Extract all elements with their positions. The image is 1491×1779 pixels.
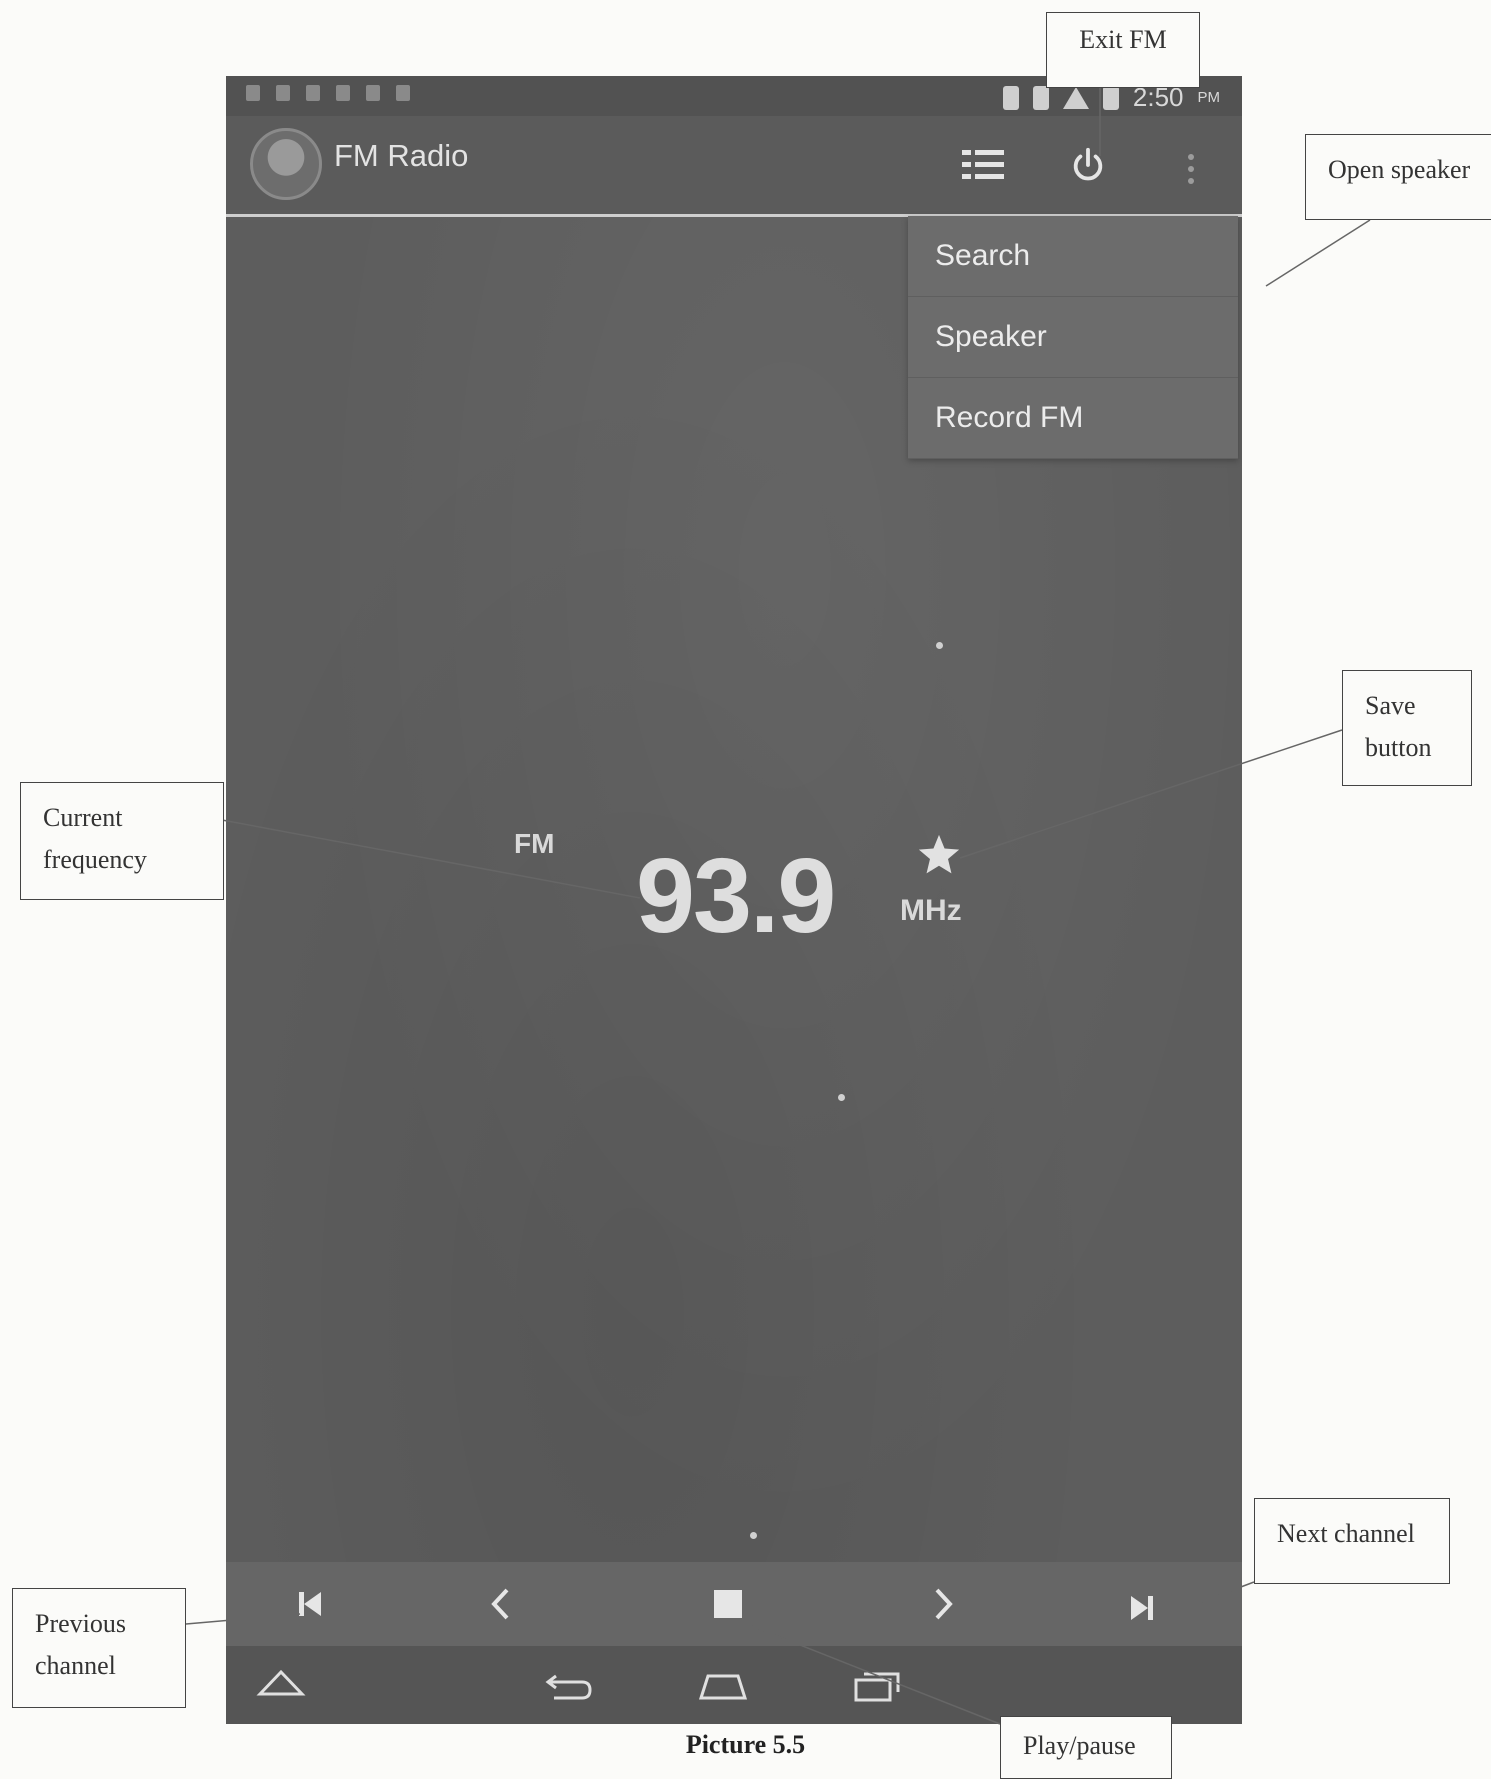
nav-home-icon[interactable] bbox=[698, 1668, 748, 1708]
fm-radio-logo-icon bbox=[250, 128, 322, 200]
playback-controls bbox=[226, 1562, 1242, 1646]
nav-up-icon[interactable] bbox=[256, 1662, 306, 1702]
menu-item-search[interactable]: Search bbox=[908, 216, 1238, 297]
callout-current-frequency: Current frequency bbox=[20, 782, 224, 900]
menu-item-speaker[interactable]: Speaker bbox=[908, 297, 1238, 378]
nav-back-icon[interactable] bbox=[544, 1668, 594, 1708]
list-icon-line bbox=[962, 162, 1004, 167]
system-nav-bar bbox=[226, 1646, 1242, 1724]
band-label: FM bbox=[514, 828, 555, 859]
stop-icon[interactable] bbox=[708, 1584, 748, 1624]
sd-card-icon bbox=[396, 85, 410, 101]
notification-icons bbox=[246, 85, 410, 101]
callout-text: Exit FM bbox=[1079, 25, 1167, 54]
callout-text-line: button bbox=[1365, 733, 1432, 762]
list-icon-line bbox=[962, 150, 1004, 155]
overflow-dot bbox=[1188, 154, 1194, 160]
app-title: FM Radio bbox=[334, 138, 469, 173]
chevron-left-icon[interactable] bbox=[482, 1584, 522, 1624]
callout-text-line: frequency bbox=[43, 845, 147, 874]
frequency-unit: MHz bbox=[900, 894, 962, 927]
usb-icon bbox=[336, 85, 350, 101]
notification-icon bbox=[246, 85, 260, 101]
callout-save-button: Save button bbox=[1342, 670, 1472, 786]
power-icon[interactable] bbox=[1069, 146, 1107, 184]
list-icon[interactable] bbox=[962, 150, 1004, 184]
screen-speck bbox=[838, 1094, 845, 1101]
callout-exit-fm: Exit FM bbox=[1046, 12, 1200, 88]
current-frequency: 93.9 bbox=[636, 837, 836, 955]
bluetooth-icon bbox=[1002, 85, 1019, 110]
overflow-dot bbox=[1188, 178, 1194, 184]
notification-icon bbox=[276, 85, 290, 101]
overflow-menu: Search Speaker Record FM bbox=[908, 216, 1238, 459]
list-icon-line bbox=[962, 174, 1004, 179]
headset-icon bbox=[1032, 85, 1049, 110]
skip-previous-icon[interactable] bbox=[290, 1584, 330, 1624]
callout-text-line: Previous bbox=[35, 1609, 126, 1638]
mail-icon bbox=[306, 85, 320, 101]
callout-text-line: Save bbox=[1365, 691, 1416, 720]
skip-next-icon[interactable] bbox=[1122, 1588, 1162, 1628]
star-icon[interactable] bbox=[916, 832, 962, 878]
callout-next-channel: Next channel bbox=[1254, 1498, 1450, 1584]
app-bar: FM Radio bbox=[226, 116, 1242, 217]
figure-caption: Picture 5.5 bbox=[685, 1730, 806, 1759]
callout-open-speaker: Open speaker bbox=[1305, 134, 1491, 220]
screen-speck bbox=[936, 642, 943, 649]
overflow-menu-icon[interactable] bbox=[1188, 154, 1194, 190]
menu-item-record-fm[interactable]: Record FM bbox=[908, 378, 1238, 459]
status-ampm: PM bbox=[1197, 89, 1221, 106]
callout-text-line: Current bbox=[43, 803, 123, 832]
notification-icon bbox=[366, 85, 380, 101]
device-screen: 2:50 PM FM Radio Search Speaker Record F… bbox=[226, 76, 1242, 1724]
callout-text: Next channel bbox=[1277, 1519, 1415, 1548]
callout-text: Open speaker bbox=[1328, 155, 1471, 184]
chevron-right-icon[interactable] bbox=[922, 1584, 962, 1624]
overflow-dot bbox=[1188, 166, 1194, 172]
callout-previous-channel: Previous channel bbox=[12, 1588, 186, 1708]
screen-speck bbox=[750, 1532, 757, 1539]
nav-recents-icon[interactable] bbox=[852, 1666, 902, 1706]
battery-icon bbox=[1102, 85, 1119, 110]
wifi-icon bbox=[1062, 86, 1089, 109]
callout-text-line: channel bbox=[35, 1651, 116, 1680]
